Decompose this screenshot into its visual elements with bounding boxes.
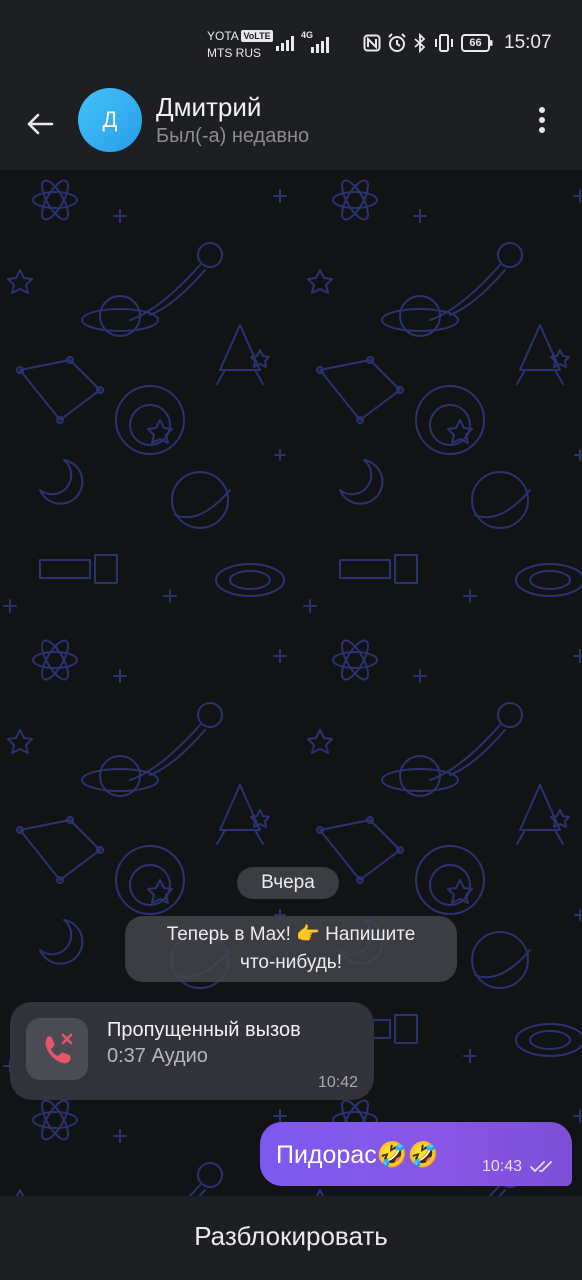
chat-header: Д Дмитрий Был(-а) недавно	[0, 86, 582, 170]
missed-call-icon	[45, 1033, 73, 1064]
outgoing-message[interactable]: Пидорас🤣🤣 10:43	[260, 1122, 572, 1186]
bluetooth-icon	[414, 33, 426, 53]
system-message-line-2: что-нибудь!	[240, 952, 342, 973]
back-arrow-icon	[27, 113, 54, 135]
unblock-button[interactable]: Разблокировать	[174, 1213, 408, 1260]
data-signal-icon: 4G	[301, 30, 333, 54]
more-options-button[interactable]	[522, 100, 562, 140]
signal-icon	[276, 36, 294, 51]
battery-icon: 66	[461, 34, 493, 52]
date-separator: Вчера	[237, 867, 339, 899]
missed-call-time: 10:42	[317, 1074, 358, 1091]
more-vertical-icon	[539, 107, 545, 133]
system-message: Теперь в Max! 👉 Напишите что-нибудь!	[125, 916, 457, 982]
volte-badge: VoLTE	[241, 30, 273, 42]
vibrate-icon	[435, 34, 453, 52]
contact-name[interactable]: Дмитрий	[156, 92, 261, 122]
avatar[interactable]: Д	[78, 88, 142, 152]
missed-call-icon-box	[26, 1018, 88, 1080]
system-message-line-1: Теперь в Max! 👉 Напишите	[166, 924, 416, 945]
chat-area[interactable]: Вчера Теперь в Max! 👉 Напишите что-нибуд…	[0, 170, 582, 1196]
nfc-icon	[363, 34, 381, 52]
carrier-name-2: MTS RUS	[207, 46, 261, 60]
bottom-bar: Разблокировать	[0, 1196, 582, 1280]
carrier-info: YOTA VoLTE MTS RUS	[207, 28, 273, 62]
missed-call-subtitle: 0:37 Аудио	[107, 1045, 208, 1067]
outgoing-message-text: Пидорас🤣🤣	[276, 1141, 439, 1169]
battery-level: 66	[469, 37, 482, 49]
missed-call-message[interactable]: Пропущенный вызов 0:37 Аудио 10:42	[10, 1002, 374, 1100]
status-icons: 4G 66	[275, 30, 493, 54]
chat-screen: YOTA VoLTE MTS RUS 4G 66 15:07 Д Дмитрий…	[0, 0, 582, 1280]
status-time: 15:07	[504, 32, 552, 53]
status-bar: YOTA VoLTE MTS RUS 4G 66 15:07	[0, 0, 582, 86]
outgoing-message-meta: 10:43	[482, 1158, 556, 1176]
double-check-icon	[530, 1161, 552, 1172]
alarm-icon	[388, 33, 406, 52]
back-button[interactable]	[20, 104, 60, 144]
outgoing-message-time: 10:43	[481, 1158, 522, 1175]
contact-status: Был(-а) недавно	[156, 125, 310, 147]
missed-call-title: Пропущенный вызов	[107, 1019, 301, 1041]
carrier-name-1: YOTA	[207, 29, 239, 43]
